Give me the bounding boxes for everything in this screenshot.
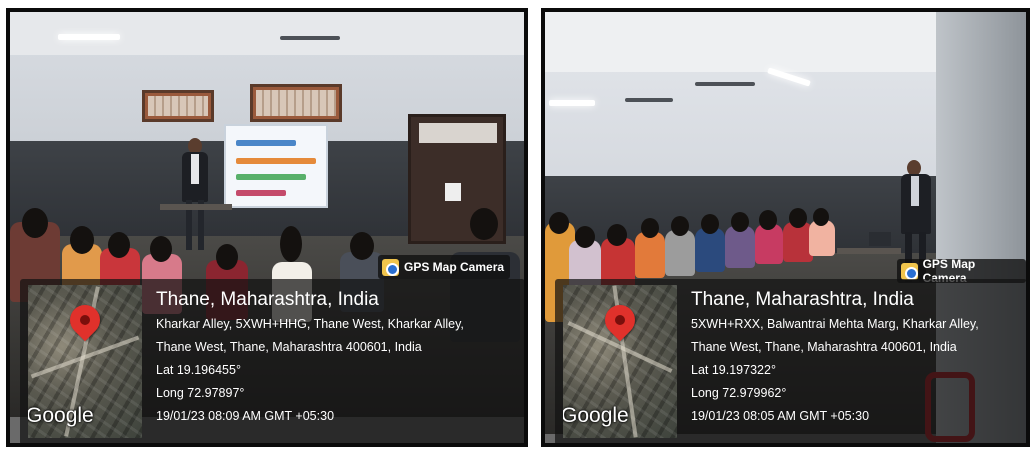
gps-info-card: Google Thane, Maharashtra, India Kharkar…: [20, 279, 524, 443]
address-line-1: 5XWH+RXX, Balwantrai Mehta Marg, Kharkar…: [691, 317, 979, 331]
location-title: Thane, Maharashtra, India: [156, 289, 379, 310]
ceiling-fan: [280, 36, 340, 40]
teacher-desk: [837, 248, 901, 254]
teacher-desk: [160, 204, 232, 210]
photo-left: GPS Map Camera Google Thane, Maharashtra…: [6, 8, 528, 447]
ceiling-light: [58, 34, 120, 40]
address-line-2: Thane West, Thane, Maharashtra 400601, I…: [691, 340, 957, 354]
map-pin-icon: [63, 298, 107, 342]
google-logo: Google: [563, 404, 629, 427]
ceiling-fan: [625, 98, 673, 102]
timestamp: 19/01/23 08:05 AM GMT +05:30: [691, 409, 870, 423]
camera-location-icon: [901, 262, 918, 280]
ceiling-fan: [695, 82, 755, 86]
map-thumbnail: Google: [563, 285, 677, 438]
latitude: Lat 19.197322°: [691, 363, 776, 377]
laptop: [869, 232, 891, 246]
longitude: Long 72.97897°: [156, 386, 245, 400]
map-thumbnail: Google: [28, 285, 142, 438]
latitude: Lat 19.196455°: [156, 363, 241, 377]
longitude: Long 72.979962°: [691, 386, 787, 400]
projected-slide: [224, 124, 328, 208]
window: [250, 84, 342, 122]
gps-info-card: Google Thane, Maharashtra, India 5XWH+RX…: [555, 279, 1026, 443]
address-line-1: Kharkar Alley, 5XWH+HHG, Thane West, Kha…: [156, 317, 464, 331]
gps-map-camera-badge: GPS Map Camera: [378, 255, 511, 279]
location-title: Thane, Maharashtra, India: [691, 289, 914, 310]
badge-label: GPS Map Camera: [404, 260, 505, 274]
window: [142, 90, 214, 122]
address-line-2: Thane West, Thane, Maharashtra 400601, I…: [156, 340, 422, 354]
camera-location-icon: [382, 258, 399, 276]
ceiling-light: [549, 100, 595, 106]
map-pin-icon: [598, 298, 642, 342]
timestamp: 19/01/23 08:09 AM GMT +05:30: [156, 409, 335, 423]
photo-right: GPS Map Camera Google Thane, Maharashtra…: [541, 8, 1030, 447]
google-logo: Google: [28, 404, 94, 427]
